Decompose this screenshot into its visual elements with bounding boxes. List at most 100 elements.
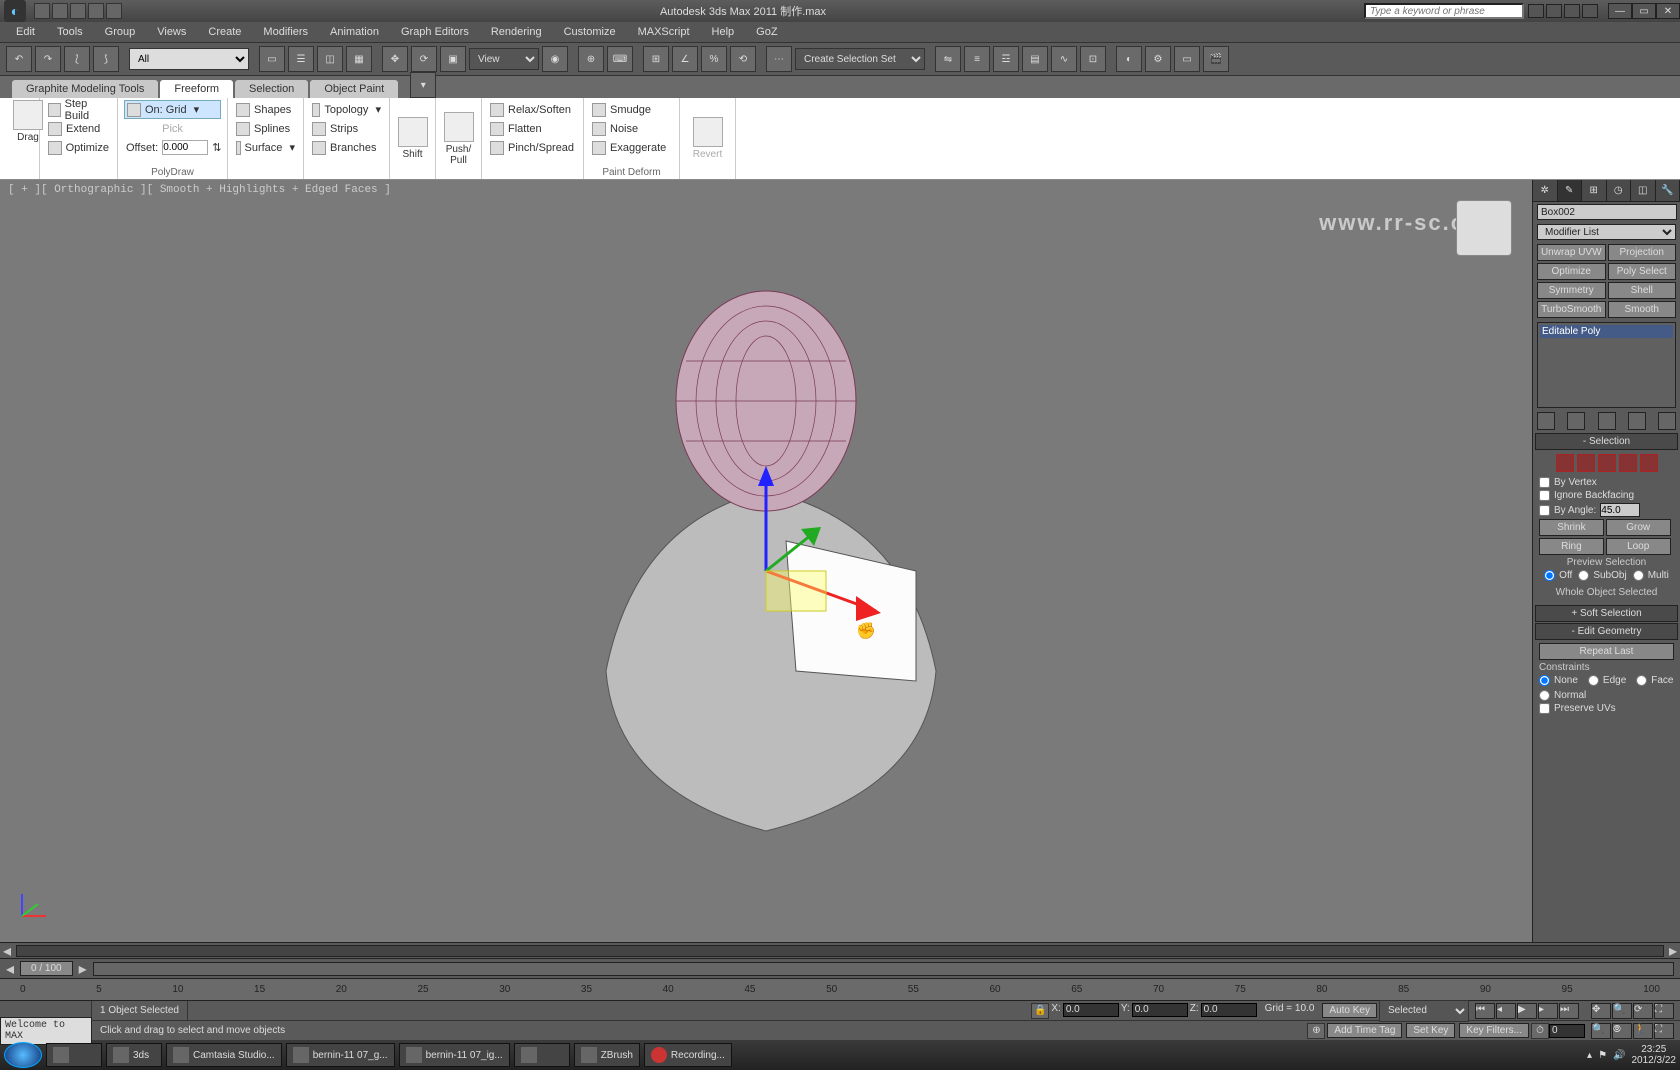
step-build[interactable]: Step Build (46, 100, 111, 119)
task-explorer[interactable]: 3ds (106, 1043, 162, 1067)
strips[interactable]: Strips (310, 119, 383, 138)
menu-customize[interactable]: Customize (554, 24, 626, 40)
task-camtasia[interactable]: Camtasia Studio... (166, 1043, 282, 1067)
infocenter-icon[interactable] (1528, 4, 1544, 18)
viewport-scrollbar[interactable]: ◂ ▸ (0, 942, 1680, 958)
mod-turbosmooth[interactable]: TurboSmooth (1537, 301, 1606, 318)
menu-grapheditors[interactable]: Graph Editors (391, 24, 479, 40)
menu-views[interactable]: Views (147, 24, 196, 40)
editnamed-sel-icon[interactable]: ⋯ (766, 46, 792, 72)
link-icon[interactable]: ⟅ (64, 46, 90, 72)
offset-input[interactable] (162, 140, 208, 155)
coord-x-input[interactable] (1063, 1003, 1119, 1017)
extend[interactable]: Extend (46, 119, 111, 138)
preview-multi[interactable]: Multi (1633, 570, 1669, 581)
grow-button[interactable]: Grow (1606, 519, 1671, 536)
select-object-icon[interactable]: ▭ (259, 46, 285, 72)
utilities-panel-icon[interactable]: 🔧 (1656, 180, 1680, 201)
rendered-frame-icon[interactable]: ▭ (1174, 46, 1200, 72)
mod-shell[interactable]: Shell (1608, 282, 1677, 299)
menu-animation[interactable]: Animation (320, 24, 389, 40)
tab-freeform[interactable]: Freeform (160, 80, 233, 98)
schematic-icon[interactable]: ⊡ (1080, 46, 1106, 72)
rollout-editgeo[interactable]: - Edit Geometry (1535, 623, 1678, 640)
menu-goz[interactable]: GoZ (746, 24, 787, 40)
lock-icon[interactable]: 🔒 (1031, 1003, 1049, 1019)
tab-selection[interactable]: Selection (235, 80, 308, 98)
menu-help[interactable]: Help (702, 24, 745, 40)
keymode-dropdown[interactable]: Selected (1379, 1000, 1469, 1022)
task-3dsmax[interactable] (514, 1043, 570, 1067)
minimize-button[interactable]: — (1608, 3, 1632, 19)
modifier-stack[interactable]: Editable Poly (1537, 322, 1676, 408)
time-slider[interactable]: ◂ 0 / 100 ▸ (0, 958, 1680, 978)
constraint-none[interactable]: None (1539, 675, 1578, 686)
addtimetag-button[interactable]: Add Time Tag (1327, 1023, 1402, 1038)
menu-tools[interactable]: Tools (47, 24, 93, 40)
coord-y-input[interactable] (1132, 1003, 1188, 1017)
border-mode-icon[interactable] (1598, 454, 1616, 472)
time-config-icon[interactable]: ⏱ (1531, 1023, 1549, 1039)
help-icon[interactable] (1582, 4, 1598, 18)
constraint-edge[interactable]: Edge (1588, 675, 1626, 686)
ref-coord-dropdown[interactable]: View (469, 48, 539, 70)
relax-soften[interactable]: Relax/Soften (488, 100, 577, 119)
topology[interactable]: Topology ▾ (310, 100, 383, 119)
stack-editablepoly[interactable]: Editable Poly (1540, 325, 1673, 338)
coord-z-input[interactable] (1201, 1003, 1257, 1017)
show-end-icon[interactable] (1567, 412, 1585, 430)
ring-button[interactable]: Ring (1539, 538, 1604, 555)
render-icon[interactable]: 🎬 (1203, 46, 1229, 72)
motion-panel-icon[interactable]: ◷ (1607, 180, 1632, 201)
qat-save-icon[interactable] (70, 3, 86, 19)
help-search-input[interactable] (1364, 3, 1524, 19)
rollout-softsel[interactable]: + Soft Selection (1535, 605, 1678, 622)
create-panel-icon[interactable]: ✲ (1533, 180, 1558, 201)
pushpull-tool[interactable]: Push/ Pull (437, 112, 481, 166)
by-vertex-check[interactable]: By Vertex (1539, 477, 1674, 488)
menu-modifiers[interactable]: Modifiers (253, 24, 318, 40)
polygon-mode-icon[interactable] (1619, 454, 1637, 472)
nav-max2-icon[interactable]: ⛶ (1654, 1023, 1674, 1039)
menu-rendering[interactable]: Rendering (481, 24, 552, 40)
shift-tool[interactable]: Shift (391, 117, 435, 160)
time-slider-track[interactable] (93, 962, 1674, 976)
play-icon[interactable]: ▶ (1517, 1003, 1537, 1019)
named-selection-dropdown[interactable]: Create Selection Set (795, 48, 925, 70)
mirror-icon[interactable]: ⇋ (935, 46, 961, 72)
remove-mod-icon[interactable] (1628, 412, 1646, 430)
rollout-selection[interactable]: - Selection (1535, 433, 1678, 450)
unlink-icon[interactable]: ⟆ (93, 46, 119, 72)
mod-optimize[interactable]: Optimize (1537, 263, 1606, 280)
current-frame-input[interactable] (1549, 1024, 1585, 1038)
ribbon-toggle-icon[interactable]: ▤ (1022, 46, 1048, 72)
scale-icon[interactable]: ▣ (440, 46, 466, 72)
task-image2[interactable]: bernin-11 07_ig... (399, 1043, 510, 1067)
preview-off[interactable]: Off (1544, 570, 1572, 581)
pin-stack-icon[interactable] (1537, 412, 1555, 430)
system-tray[interactable]: ▴ ⚑ 🔊 23:25 2012/3/22 (1587, 1044, 1676, 1066)
modify-panel-icon[interactable]: ✎ (1558, 180, 1583, 201)
hierarchy-panel-icon[interactable]: ⊞ (1582, 180, 1607, 201)
percent-snap-icon[interactable]: % (701, 46, 727, 72)
qat-open-icon[interactable] (52, 3, 68, 19)
nav-walk-icon[interactable]: 🚶 (1633, 1023, 1653, 1039)
task-ie[interactable] (46, 1043, 102, 1067)
tray-icon[interactable]: ⚑ (1598, 1050, 1607, 1061)
mod-polyselect[interactable]: Poly Select (1608, 263, 1677, 280)
time-slider-label[interactable]: 0 / 100 (20, 961, 73, 976)
preview-subobj[interactable]: SubObj (1578, 570, 1626, 581)
menu-group[interactable]: Group (95, 24, 146, 40)
object-name-input[interactable] (1537, 204, 1677, 220)
curve-editor-icon[interactable]: ∿ (1051, 46, 1077, 72)
nav-zoom2-icon[interactable]: 🔍 (1591, 1023, 1611, 1039)
undo-icon[interactable]: ↶ (6, 46, 32, 72)
comm-center-icon[interactable]: ⊕ (1307, 1023, 1325, 1039)
nav-zoom-icon[interactable]: 🔍 (1612, 1003, 1632, 1019)
window-crossing-icon[interactable]: ▦ (346, 46, 372, 72)
pivot-icon[interactable]: ◉ (542, 46, 568, 72)
prev-frame-icon[interactable]: ◂ (1496, 1003, 1516, 1019)
keymode-icon[interactable]: ⌨ (607, 46, 633, 72)
smudge[interactable]: Smudge (590, 100, 673, 119)
select-name-icon[interactable]: ☰ (288, 46, 314, 72)
